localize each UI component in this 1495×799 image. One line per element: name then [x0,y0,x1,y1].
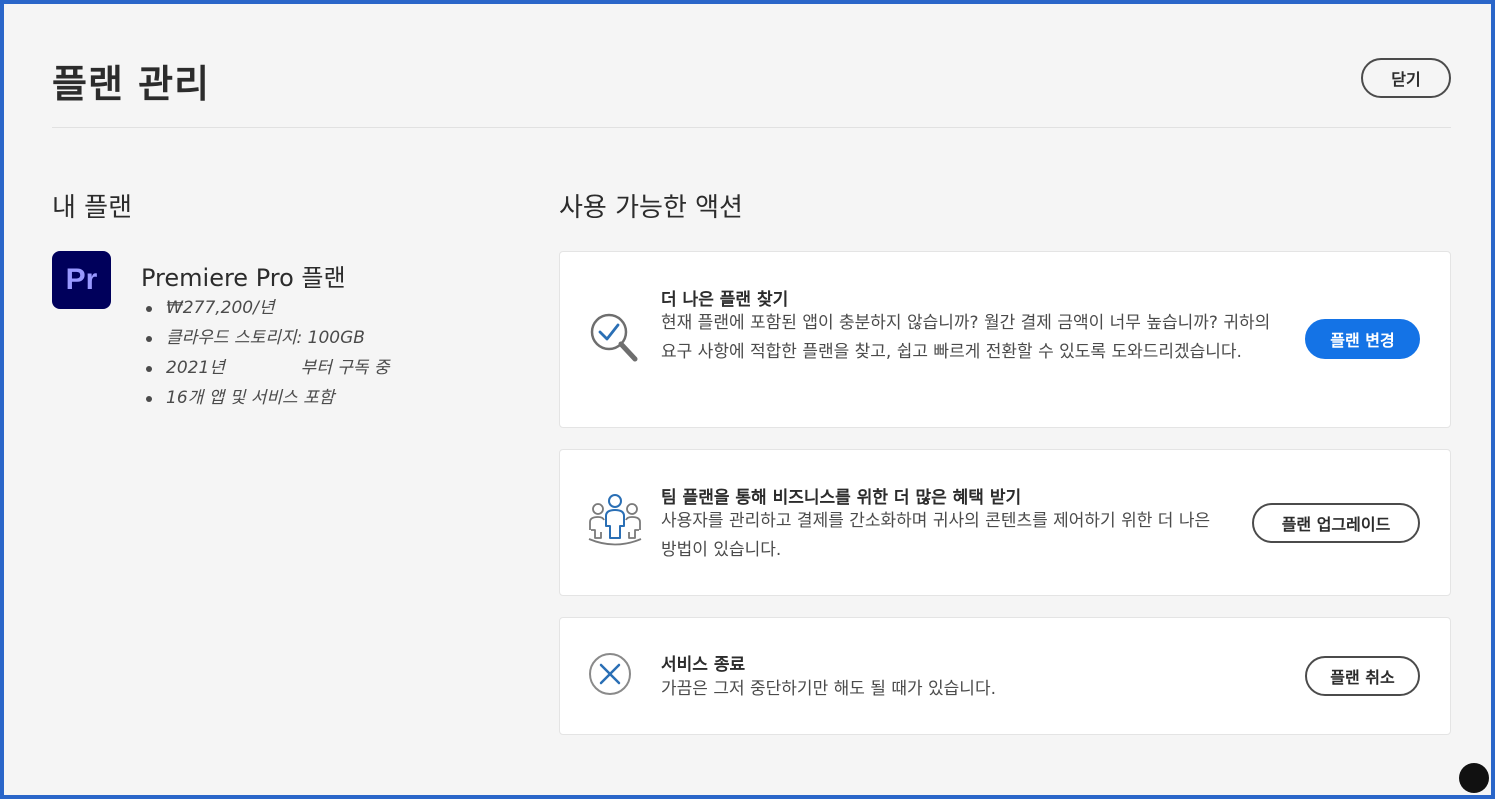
card-title: 팀 플랜을 통해 비즈니스를 위한 더 많은 혜택 받기 [661,488,1022,508]
change-plan-button[interactable]: 플랜 변경 [1305,319,1420,359]
card-title: 서비스 종료 [661,655,746,675]
watermark-logo-icon [1459,763,1489,793]
close-button[interactable]: 닫기 [1361,58,1451,98]
page-header: 플랜 관리 닫기 [52,0,1451,128]
plan-storage: 클라우드 스토리지: 100GB [146,323,390,353]
plan-apps-included: 16개 앱 및 서비스 포함 [146,383,390,413]
plan-price: ₩277,200/년 [146,293,390,323]
plan-details-list: ₩277,200/년 클라우드 스토리지: 100GB 2021년 부터 구독 … [146,293,390,413]
card-title: 더 나은 플랜 찾기 [661,290,789,310]
search-check-icon [587,310,641,370]
cancel-plan-button[interactable]: 플랜 취소 [1305,656,1420,696]
card-description: 가끔은 그저 중단하기만 해도 될 때가 있습니다. [661,679,996,699]
cancel-circle-icon [587,651,633,701]
plan-subscription-date: 2021년 부터 구독 중 [146,353,390,383]
plan-name: Premiere Pro 플랜 [141,264,346,292]
page-title: 플랜 관리 [52,62,211,106]
action-card-cancel-service: 서비스 종료 가끔은 그저 중단하기만 해도 될 때가 있습니다. 플랜 취소 [559,617,1451,735]
available-actions-heading: 사용 가능한 액션 [559,193,743,223]
team-users-icon [587,492,643,552]
action-card-find-better-plan: 더 나은 플랜 찾기 현재 플랜에 포함된 앱이 충분하지 않습니까? 월간 결… [559,251,1451,428]
card-description: 사용자를 관리하고 결제를 간소화하며 귀사의 콘텐츠를 제어하기 위한 더 나… [661,511,1211,560]
premiere-pro-logo-icon: Pr [52,251,111,309]
card-description: 현재 플랜에 포함된 앱이 충분하지 않습니까? 월간 결제 금액이 너무 높습… [661,313,1271,362]
upgrade-plan-button[interactable]: 플랜 업그레이드 [1252,503,1420,543]
action-card-team-plan: 팀 플랜을 통해 비즈니스를 위한 더 많은 혜택 받기 사용자를 관리하고 결… [559,449,1451,596]
my-plan-heading: 내 플랜 [52,193,133,223]
